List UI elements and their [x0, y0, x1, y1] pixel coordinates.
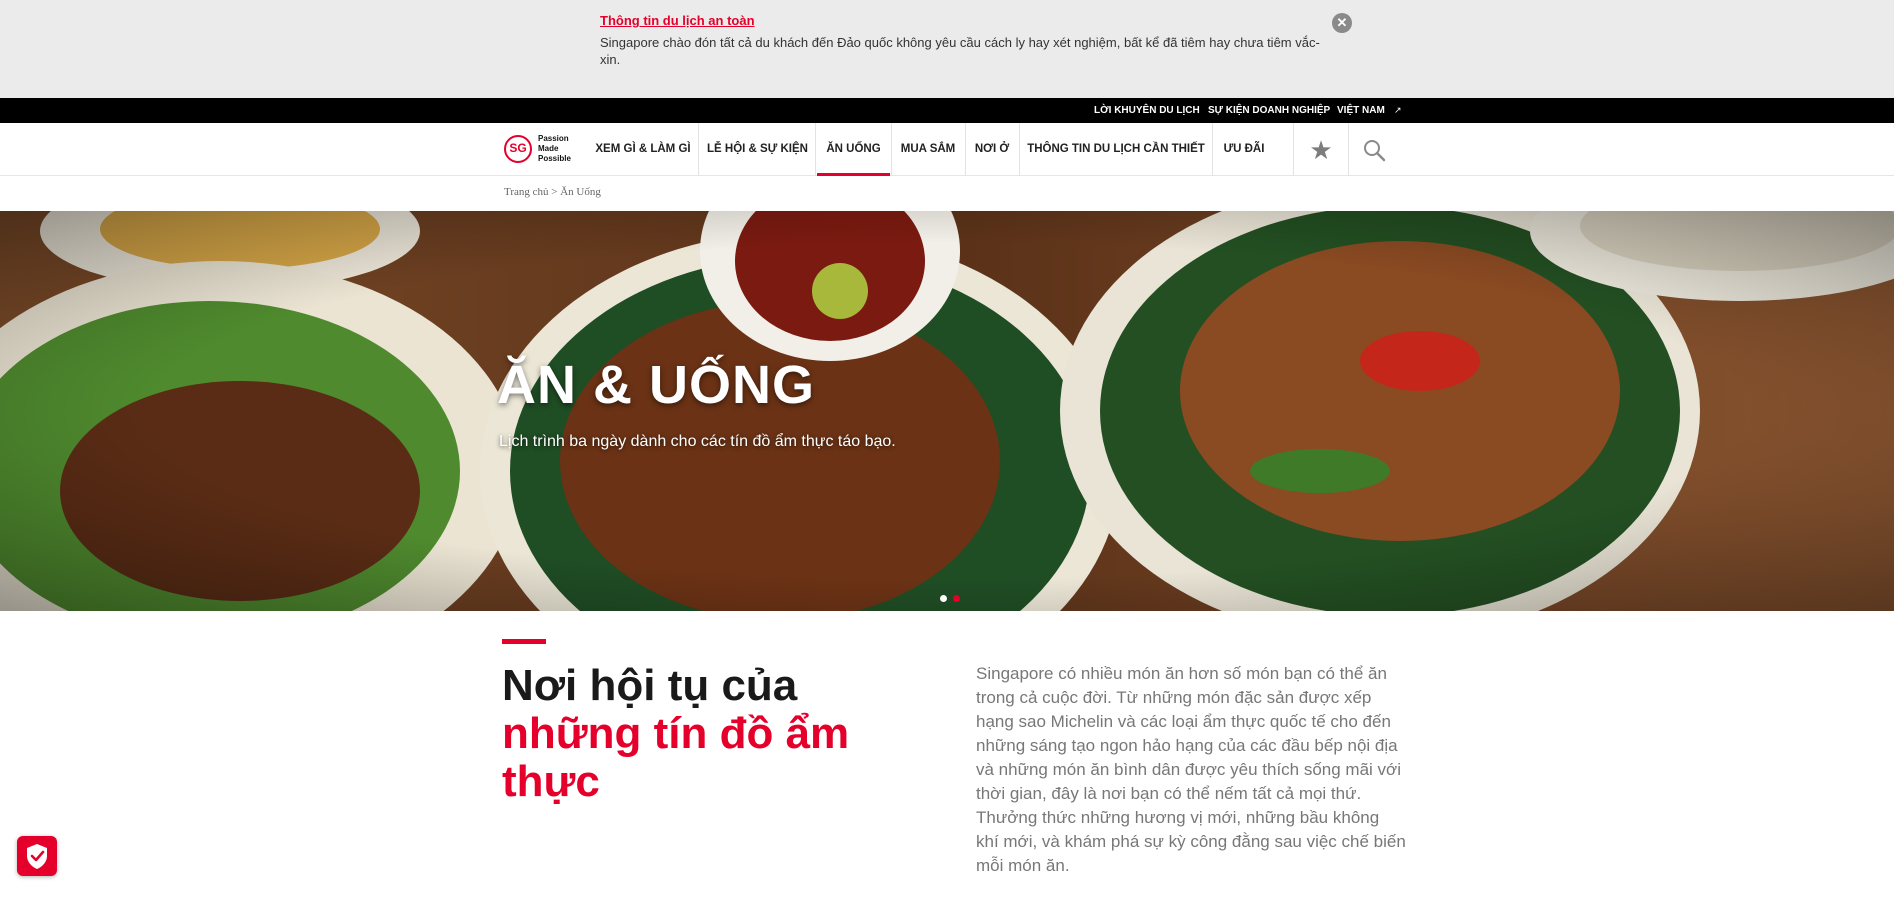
alert-content: Thông tin du lịch an toàn Singapore chào…	[600, 12, 1320, 68]
site-logo[interactable]: SG Passion Made Possible	[504, 133, 584, 167]
util-link-business-events[interactable]: SỰ KIỆN DOANH NGHIỆP	[1208, 98, 1330, 123]
logo-mark: SG	[504, 135, 532, 163]
travel-alert-banner: Thông tin du lịch an toàn Singapore chào…	[0, 0, 1894, 98]
nav-divider	[1293, 123, 1294, 176]
carousel-dot[interactable]	[940, 595, 947, 602]
hero-title: ĂN & UỐNG	[497, 355, 815, 415]
nav-divider	[1212, 123, 1213, 176]
logo-tagline: Passion Made Possible	[538, 134, 571, 163]
hero-subtitle: Lịch trình ba ngày dành cho các tín đồ ẩ…	[499, 433, 896, 450]
nav-divider	[698, 123, 699, 176]
close-icon[interactable]: ✕	[1332, 13, 1352, 33]
nav-item-deals[interactable]: ƯU ĐÃI	[1214, 123, 1274, 176]
alert-title-link[interactable]: Thông tin du lịch an toàn	[600, 13, 755, 28]
nav-item-festivals-events[interactable]: LỄ HỘI & SỰ KIỆN	[702, 123, 813, 176]
utility-bar: LỜI KHUYÊN DU LỊCH SỰ KIỆN DOANH NGHIỆP …	[0, 98, 1894, 123]
nav-divider	[815, 123, 816, 176]
nav-divider	[1348, 123, 1349, 176]
alert-text: Singapore chào đón tất cả du khách đến Đ…	[600, 35, 1320, 67]
nav-active-indicator	[817, 173, 890, 176]
breadcrumb-current: Ăn Uống	[560, 186, 601, 198]
nav-item-travel-essentials[interactable]: THÔNG TIN DU LỊCH CẦN THIẾT	[1021, 123, 1211, 176]
hero-banner: ĂN & UỐNG Lịch trình ba ngày dành cho cá…	[0, 211, 1894, 611]
nav-item-accommodation[interactable]: NƠI Ở	[967, 123, 1017, 176]
intro-body-text: Singapore có nhiều món ăn hơn số món bạn…	[976, 664, 1406, 875]
star-icon[interactable]: ★	[1307, 136, 1335, 164]
breadcrumb: Trang chủ > Ăn Uống	[504, 186, 601, 198]
external-arrow-icon: ↗	[1394, 105, 1402, 115]
intro-heading-line2: những tín đồ ẩm thực	[502, 709, 850, 806]
main-navigation: SG Passion Made Possible XEM GÌ & LÀM GÌ…	[0, 123, 1894, 176]
intro-heading: Nơi hội tụ của những tín đồ ẩm thực	[502, 662, 922, 806]
intro-heading-line1: Nơi hội tụ của	[502, 661, 798, 710]
util-link-travel-advice[interactable]: LỜI KHUYÊN DU LỊCH	[1094, 98, 1200, 123]
nav-divider	[1019, 123, 1020, 176]
carousel-dots	[940, 589, 966, 607]
carousel-dot-active[interactable]	[953, 595, 960, 602]
shield-check-icon[interactable]	[17, 836, 57, 876]
util-language-selector[interactable]: VIỆT NAM	[1337, 98, 1385, 123]
nav-item-what-to-see[interactable]: XEM GÌ & LÀM GÌ	[590, 123, 696, 176]
search-icon[interactable]	[1362, 138, 1386, 162]
nav-item-dining[interactable]: ĂN UỐNG	[817, 123, 890, 176]
breadcrumb-separator: >	[548, 186, 561, 198]
nav-divider	[891, 123, 892, 176]
hero-food-image	[0, 211, 1894, 611]
breadcrumb-home-link[interactable]: Trang chủ	[504, 186, 549, 198]
section-accent-bar	[502, 639, 546, 644]
nav-divider	[965, 123, 966, 176]
nav-item-shopping[interactable]: MUA SẮM	[893, 123, 963, 176]
